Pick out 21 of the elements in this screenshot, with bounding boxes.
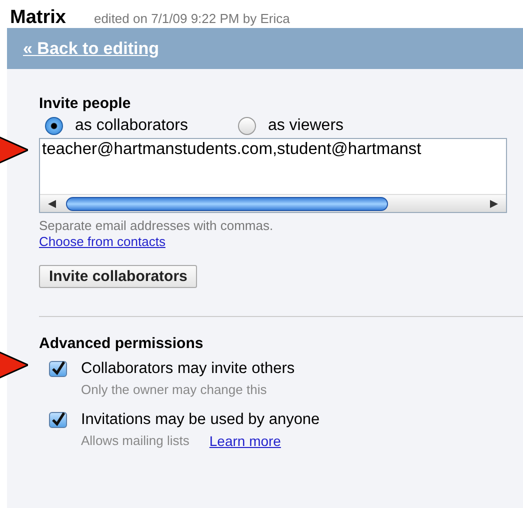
option-note: Allows mailing lists	[81, 433, 190, 449]
role-radio[interactable]: as collaborators	[45, 117, 188, 135]
contacts-link[interactable]: Choose from contacts	[39, 234, 166, 249]
learn-more-link[interactable]: Learn more	[209, 433, 281, 449]
section-heading: Invite people	[39, 95, 132, 112]
edited-info: edited on 7/1/09 9:22 PM by Erica	[94, 11, 290, 26]
email-text: teacher@hartmanstudents.com,student@hartmanst	[42, 140, 422, 158]
invite-button[interactable]: Invite collaborators	[39, 265, 198, 288]
hint-text: Separate email addresses with commas.	[39, 218, 274, 233]
checkbox[interactable]	[49, 412, 67, 428]
checkbox[interactable]	[49, 361, 67, 377]
option-label: Collaborators may invite others	[81, 360, 295, 378]
section-heading: Advanced permissions	[39, 335, 204, 352]
option-label: Invitations may be used by anyone	[81, 411, 320, 429]
right-arrow-icon[interactable]	[490, 200, 498, 208]
option-note: Only the owner may change this	[81, 382, 267, 397]
role-radio[interactable]: as viewers	[238, 117, 344, 135]
email-field[interactable]: teacher@hartmanstudents.com,student@hartmanst	[39, 138, 507, 213]
document-title: Matrix	[10, 7, 66, 29]
horizontal-scrollbar[interactable]	[40, 194, 506, 212]
left-arrow-icon[interactable]	[48, 200, 56, 208]
